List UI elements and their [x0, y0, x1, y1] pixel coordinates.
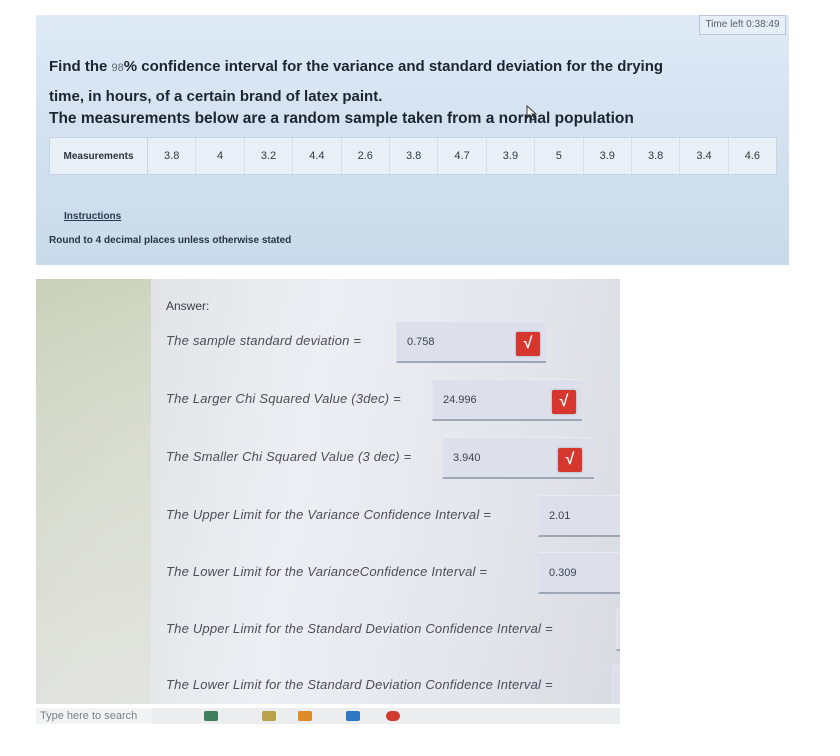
larger-chi-label: The Larger Chi Squared Value (3dec) = [166, 391, 401, 406]
measurements-header: Measurements [50, 138, 148, 174]
variance-lower-label: The Lower Limit for the VarianceConfiden… [166, 564, 488, 579]
answer-heading: Answer: [166, 299, 210, 313]
std-lower-label: The Lower Limit for the Standard Deviati… [166, 677, 553, 692]
answer-row-smaller-chi: The Smaller Chi Squared Value (3 dec) = … [166, 437, 616, 481]
measurement-cell: 4 [196, 138, 245, 174]
sample-std-dev-label: The sample standard deviation = [166, 333, 362, 348]
variance-upper-label: The Upper Limit for the Variance Confide… [166, 507, 492, 522]
taskbar-app-icon[interactable] [298, 711, 312, 721]
question-line-1: Find the 98% confidence interval for the… [49, 58, 663, 75]
taskbar-app-icon[interactable] [204, 711, 218, 721]
std-upper-input[interactable] [616, 609, 620, 651]
measurement-cell: 2.6 [342, 138, 390, 174]
question-panel: Time left 0:38:49 Find the 98% confidenc… [36, 15, 789, 265]
answer-panel: Answer: The sample standard deviation = … [36, 279, 620, 704]
measurement-cell: 3.8 [632, 138, 681, 174]
time-left-timer: Time left 0:38:49 [699, 15, 786, 35]
std-lower-input[interactable] [612, 665, 620, 704]
correct-check-icon: √ [552, 390, 576, 414]
measurement-cell: 3.9 [487, 138, 536, 174]
measurement-cell: 4.6 [744, 150, 761, 162]
measurements-table: Measurements 3.8 4 3.2 4.4 2.6 3.8 4.7 3… [49, 137, 777, 175]
question-suffix: % confidence interval for the variance a… [123, 58, 664, 75]
answer-row-variance-lower: The Lower Limit for the VarianceConfiden… [166, 552, 620, 596]
answer-row-variance-upper: The Upper Limit for the Variance Confide… [166, 495, 620, 539]
measurement-cell: 3.8 [148, 138, 197, 174]
measurement-cell: 4.4 [293, 138, 342, 174]
question-line-2: time, in hours, of a certain brand of la… [49, 88, 383, 105]
std-upper-label: The Upper Limit for the Standard Deviati… [166, 621, 553, 636]
measurement-cell: 3.2 [245, 138, 294, 174]
measurement-cell: 3.8 [390, 138, 439, 174]
taskbar-app-icon[interactable] [386, 711, 400, 721]
answer-row-larger-chi: The Larger Chi Squared Value (3dec) = 24… [166, 379, 616, 423]
taskbar: Type here to search [36, 708, 620, 724]
taskbar-app-icon[interactable] [262, 711, 276, 721]
measurement-cell: 3.9 [584, 138, 632, 174]
correct-check-icon: √ [516, 332, 540, 356]
confidence-percent: 98 [111, 62, 124, 74]
taskbar-app-icon[interactable] [346, 711, 360, 721]
question-line-3: The measurements below are a random samp… [49, 110, 634, 127]
rounding-note: Round to 4 decimal places unless otherwi… [49, 235, 292, 246]
measurement-cell: 5 [535, 138, 584, 174]
answer-row-sample-std-dev: The sample standard deviation = 0.758 √ [166, 321, 616, 365]
question-prefix: Find the [49, 58, 112, 75]
measurement-cell: 4.7 [438, 138, 487, 174]
correct-check-icon: √ [558, 448, 582, 472]
variance-upper-input[interactable]: 2.01 [538, 495, 620, 537]
taskbar-search-box[interactable]: Type here to search [36, 708, 152, 724]
answer-row-std-lower: The Lower Limit for the Standard Deviati… [166, 665, 620, 704]
answer-row-std-upper: The Upper Limit for the Standard Deviati… [166, 609, 620, 653]
instructions-link[interactable]: Instructions [64, 211, 121, 222]
measurement-cell: 3.4 [680, 138, 729, 174]
variance-lower-input[interactable]: 0.309 [538, 552, 620, 594]
smaller-chi-label: The Smaller Chi Squared Value (3 dec) = [166, 449, 412, 464]
